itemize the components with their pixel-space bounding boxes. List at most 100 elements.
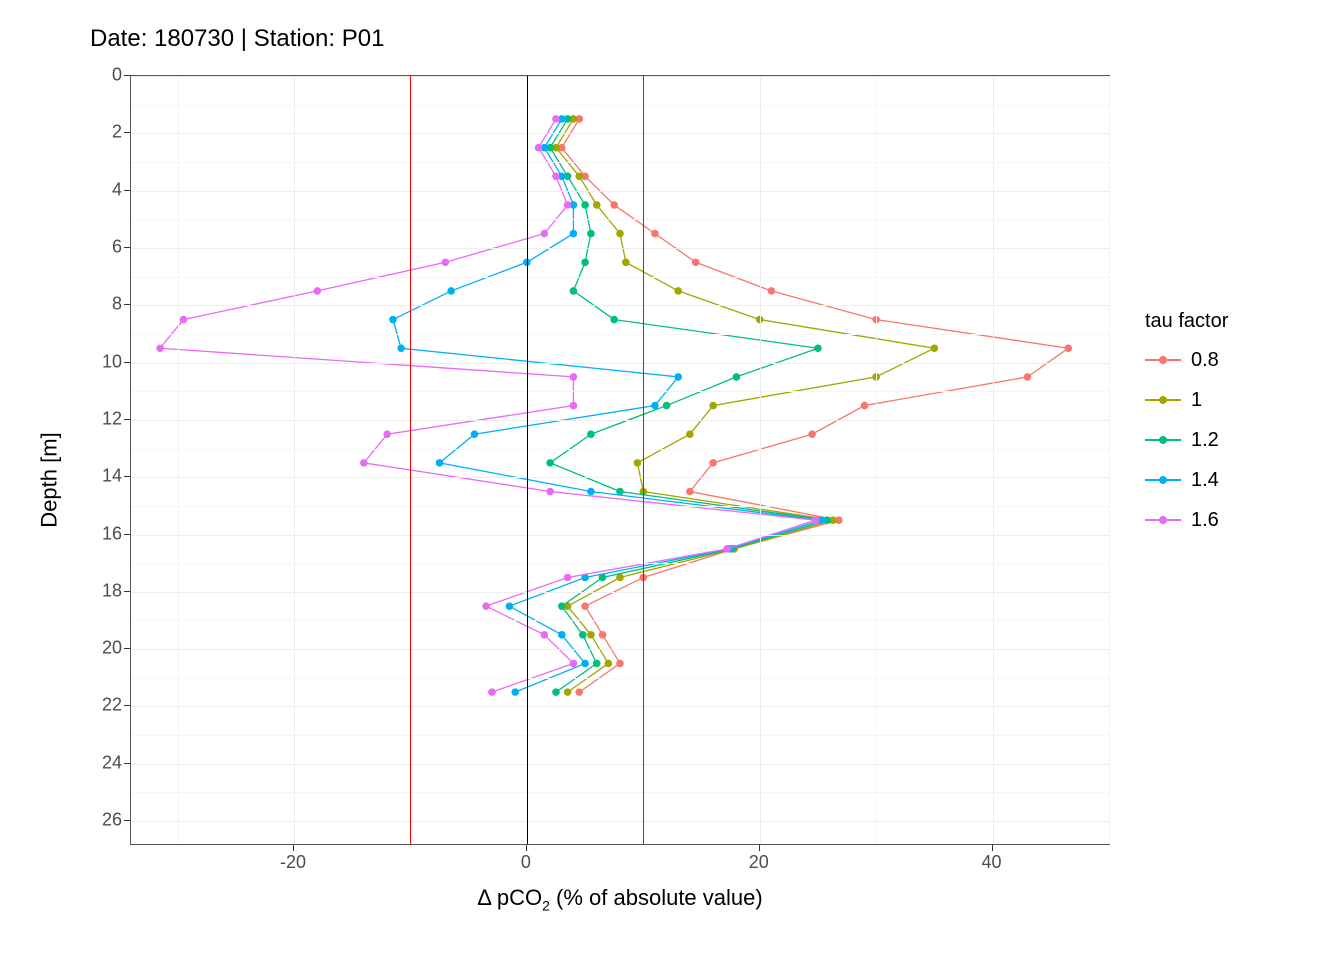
x-tick-label: 0: [521, 852, 531, 873]
data-point: [581, 201, 589, 209]
data-point: [488, 688, 496, 696]
chart-title: Date: 180730 | Station: P01: [90, 25, 384, 53]
legend-label: 1.6: [1191, 509, 1219, 532]
legend-item: 1.6: [1145, 505, 1228, 535]
x-tick: [526, 845, 527, 851]
grid-horizontal-minor: [131, 563, 1109, 564]
grid-horizontal: [131, 76, 1109, 77]
legend-key: [1145, 468, 1181, 492]
data-point: [593, 201, 601, 209]
y-tick-label: 16: [72, 523, 122, 544]
data-point: [616, 230, 624, 238]
grid-horizontal: [131, 764, 1109, 765]
data-point: [564, 201, 572, 209]
data-point: [541, 230, 549, 238]
x-tick-label: -20: [280, 852, 306, 873]
figure-root: Date: 180730 | Station: P01 Depth [m] Δ …: [0, 0, 1344, 960]
legend-item: 0.8: [1145, 345, 1228, 375]
y-tick: [124, 763, 130, 764]
data-point: [605, 660, 613, 668]
legend-item: 1: [1145, 385, 1228, 415]
data-point: [570, 287, 578, 295]
grid-horizontal: [131, 592, 1109, 593]
data-point: [570, 373, 578, 381]
grid-horizontal-minor: [131, 735, 1109, 736]
y-tick-label: 2: [72, 122, 122, 143]
data-point: [564, 688, 572, 696]
data-point: [579, 631, 587, 639]
y-tick: [124, 591, 130, 592]
data-point: [552, 115, 560, 123]
grid-horizontal: [131, 821, 1109, 822]
y-tick: [124, 419, 130, 420]
legend-item: 1.2: [1145, 425, 1228, 455]
data-point: [180, 316, 188, 324]
y-tick-label: 4: [72, 179, 122, 200]
legend-key: [1145, 508, 1181, 532]
data-point: [593, 660, 601, 668]
reference-line: [643, 76, 644, 844]
grid-horizontal-minor: [131, 162, 1109, 163]
data-point: [360, 459, 368, 467]
data-point: [812, 516, 820, 524]
y-axis-label-text: Depth [m]: [37, 432, 63, 527]
x-axis-label-text: Δ pCO2 (% of absolute value): [477, 885, 762, 910]
data-point: [587, 430, 595, 438]
legend-label: 1.2: [1191, 429, 1219, 452]
legend-label: 1.4: [1191, 469, 1219, 492]
y-tick-label: 20: [72, 638, 122, 659]
data-point: [599, 631, 607, 639]
grid-horizontal-minor: [131, 105, 1109, 106]
y-tick-label: 12: [72, 408, 122, 429]
data-point: [808, 430, 816, 438]
grid-horizontal: [131, 133, 1109, 134]
grid-horizontal: [131, 305, 1109, 306]
grid-horizontal-minor: [131, 334, 1109, 335]
grid-horizontal-minor: [131, 792, 1109, 793]
grid-vertical-minor: [1109, 76, 1110, 844]
y-tick: [124, 75, 130, 76]
data-point: [651, 230, 659, 238]
grid-horizontal: [131, 420, 1109, 421]
data-point: [686, 488, 694, 496]
legend-dot-icon: [1159, 356, 1167, 364]
data-point: [575, 688, 583, 696]
grid-horizontal-minor: [131, 506, 1109, 507]
y-tick-label: 10: [72, 351, 122, 372]
legend-key: [1145, 428, 1181, 452]
data-point: [313, 287, 321, 295]
grid-horizontal: [131, 535, 1109, 536]
data-point: [674, 287, 682, 295]
legend: tau factor 0.811.21.41.6: [1145, 310, 1228, 545]
legend-item: 1.4: [1145, 465, 1228, 495]
series-line: [550, 119, 827, 692]
y-tick: [124, 362, 130, 363]
y-axis-label: Depth [m]: [30, 0, 70, 960]
data-point: [570, 660, 578, 668]
data-point: [622, 258, 630, 266]
data-point: [570, 230, 578, 238]
plot-panel: [130, 75, 1110, 845]
data-point: [383, 430, 391, 438]
y-tick-label: 26: [72, 810, 122, 831]
y-tick: [124, 705, 130, 706]
data-point: [541, 631, 549, 639]
data-point: [552, 688, 560, 696]
data-point: [482, 602, 490, 610]
x-tick: [992, 845, 993, 851]
grid-horizontal-minor: [131, 277, 1109, 278]
grid-horizontal: [131, 191, 1109, 192]
data-point: [442, 258, 450, 266]
data-point: [616, 660, 624, 668]
data-point: [546, 459, 554, 467]
y-tick: [124, 132, 130, 133]
legend-dot-icon: [1159, 436, 1167, 444]
y-tick-label: 24: [72, 752, 122, 773]
data-point: [651, 402, 659, 410]
data-point: [709, 459, 717, 467]
data-point: [570, 402, 578, 410]
data-point: [552, 172, 560, 180]
data-point: [610, 316, 618, 324]
data-point: [692, 258, 700, 266]
y-tick-label: 0: [72, 65, 122, 86]
